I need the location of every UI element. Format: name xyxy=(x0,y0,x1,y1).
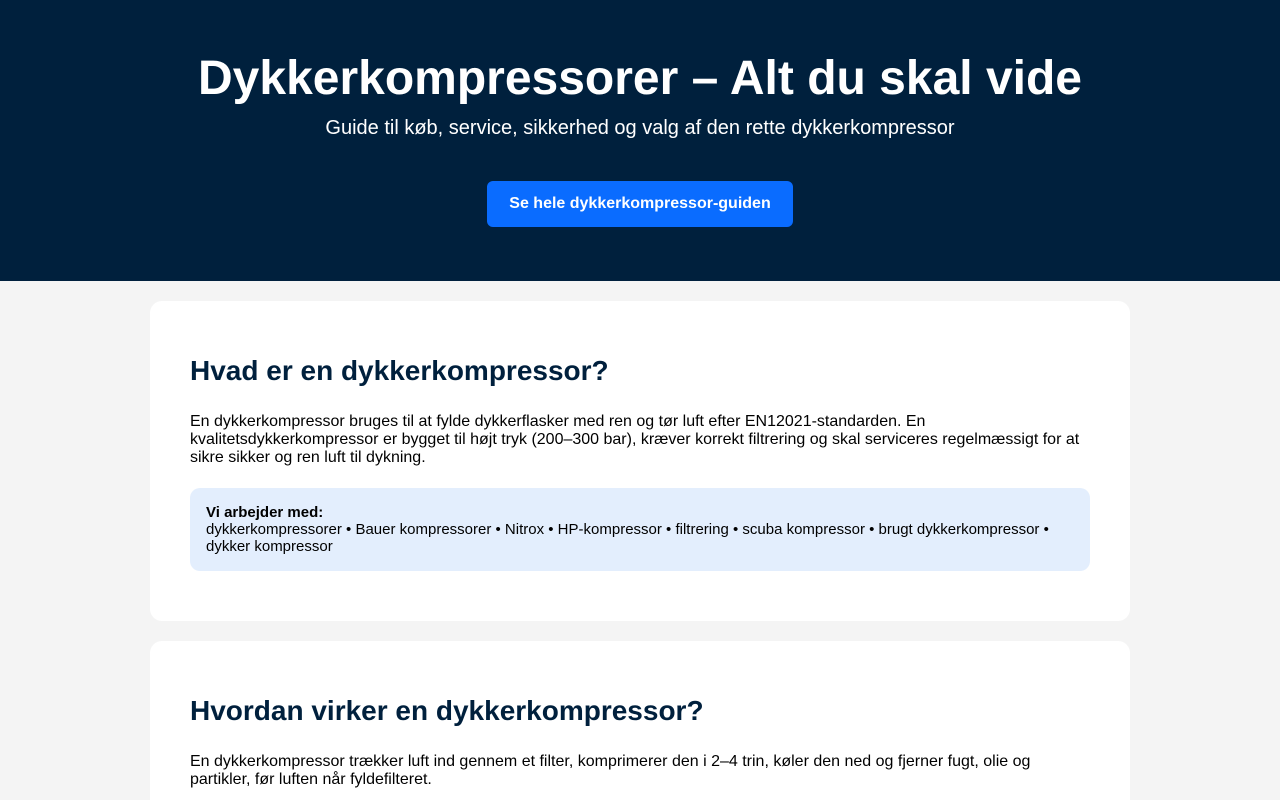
section-body: En dykkerkompressor trækker luft ind gen… xyxy=(190,753,1031,788)
section-heading: Hvordan virker en dykkerkompressor? xyxy=(190,695,704,726)
guide-button[interactable]: Se hele dykkerkompressor-guiden xyxy=(487,181,793,227)
section-body: En dykkerkompressor bruges til at fylde … xyxy=(190,413,1080,466)
tags-box: Vi arbejder med: dykkerkompressorer • Ba… xyxy=(190,488,1090,571)
page-subtitle: Guide til køb, service, sikkerhed og val… xyxy=(325,117,955,139)
page-title: Dykkerkompressorer – Alt du skal vide xyxy=(198,52,1082,105)
section-heading: Hvad er en dykkerkompressor? xyxy=(190,355,609,386)
section-what-is: Hvad er en dykkerkompressor? En dykkerko… xyxy=(150,301,1130,621)
tags-list: dykkerkompressorer • Bauer kompressorer … xyxy=(206,521,1049,555)
hero-banner: Dykkerkompressorer – Alt du skal vide Gu… xyxy=(0,0,1280,281)
tags-heading: Vi arbejder med: xyxy=(206,504,324,521)
section-how-it-works: Hvordan virker en dykkerkompressor? En d… xyxy=(150,641,1130,800)
